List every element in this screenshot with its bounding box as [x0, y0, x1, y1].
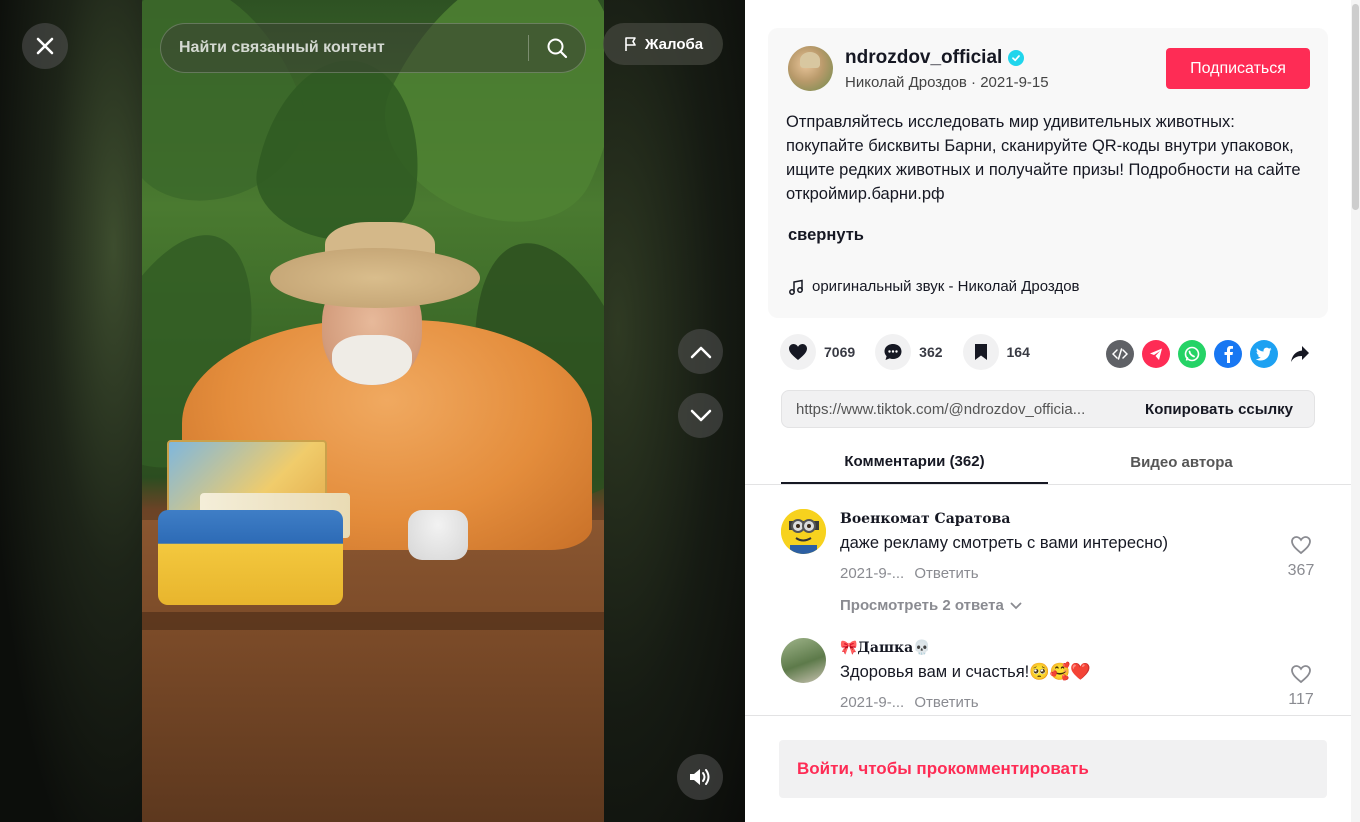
telegram-icon[interactable] — [1142, 340, 1170, 368]
next-video-button[interactable] — [678, 393, 723, 438]
related-search-box — [160, 23, 586, 73]
heart-icon — [780, 334, 816, 370]
comment-button[interactable]: 362 — [875, 334, 943, 370]
view-replies-label: Просмотреть 2 ответа — [840, 597, 1004, 614]
video-backdrop-right — [604, 0, 745, 822]
chevron-down-icon — [1010, 602, 1022, 609]
video-panel: Жалоба — [0, 0, 745, 822]
comment-like-count: 117 — [1288, 691, 1314, 708]
comment-like-button[interactable]: 367 — [1281, 535, 1321, 580]
search-button[interactable] — [529, 24, 585, 72]
related-search-input[interactable] — [161, 24, 528, 72]
login-to-comment-button[interactable]: Войти, чтобы прокомментировать — [779, 740, 1327, 798]
heart-outline-icon — [1291, 665, 1311, 684]
comments-tabs: Комментарии (362) Видео автора — [781, 440, 1315, 484]
like-button[interactable]: 7069 — [780, 334, 855, 370]
comment-text: Здоровья вам и счастья!🥺🥰❤️ — [840, 663, 1091, 681]
reply-button[interactable]: Ответить — [914, 694, 978, 711]
share-arrow-icon[interactable] — [1286, 340, 1314, 368]
save-button[interactable]: 164 — [962, 334, 1030, 370]
author-avatar[interactable] — [788, 46, 833, 91]
comment-item: 🎀Дашка💀 Здоровья вам и счастья!🥺🥰❤️ 2021… — [781, 638, 1321, 715]
comment-author[interactable]: Военкомат Саратова — [840, 511, 1010, 527]
chevron-down-icon — [690, 409, 711, 421]
music-title: оригинальный звук - Николай Дроздов — [812, 278, 1080, 295]
comment-meta: 2021-9-... Ответить — [840, 694, 979, 711]
twitter-icon[interactable] — [1250, 340, 1278, 368]
volume-button[interactable] — [677, 754, 723, 800]
video-description: Отправляйтесь исследовать мир удивительн… — [786, 113, 1301, 203]
like-count: 7069 — [824, 344, 856, 360]
close-icon — [36, 37, 54, 55]
bookmark-icon — [962, 334, 999, 370]
whatsapp-icon[interactable] — [1178, 340, 1206, 368]
table-edge — [142, 612, 604, 630]
comment-text: даже рекламу смотреть с вами интересно) — [840, 534, 1169, 552]
author-username[interactable]: ndrozdov_official — [845, 47, 1002, 69]
copy-link-box: https://www.tiktok.com/@ndrozdov_officia… — [781, 390, 1315, 428]
save-count: 164 — [1006, 344, 1030, 360]
close-button[interactable] — [22, 23, 68, 69]
comment-icon — [875, 334, 912, 370]
hat-brim — [270, 248, 480, 308]
comments-bottom-divider — [745, 715, 1360, 716]
previous-video-button[interactable] — [678, 329, 723, 374]
tab-comments[interactable]: Комментарии (362) — [781, 440, 1048, 484]
comment-author[interactable]: 🎀Дашка💀 — [840, 640, 931, 656]
device-object — [408, 510, 468, 560]
video-backdrop-left — [0, 0, 142, 822]
engagement-bar: 7069 362 164 — [780, 334, 1050, 370]
facebook-icon[interactable] — [1214, 340, 1242, 368]
video-link-text[interactable]: https://www.tiktok.com/@ndrozdov_officia… — [782, 401, 1124, 418]
heart-outline-icon — [1291, 536, 1311, 555]
comment-avatar[interactable] — [781, 638, 826, 683]
details-panel: ndrozdov_official Николай Дроздов · 2021… — [745, 0, 1360, 822]
person-beard — [332, 335, 412, 385]
music-link[interactable]: оригинальный звук - Николай Дроздов — [788, 278, 1080, 295]
collapse-description-button[interactable]: свернуть — [788, 226, 864, 245]
chevron-up-icon — [690, 346, 711, 358]
report-button[interactable]: Жалоба — [603, 23, 723, 65]
tab-author-videos[interactable]: Видео автора — [1048, 440, 1315, 484]
comment-like-button[interactable]: 117 — [1281, 664, 1321, 709]
music-note-icon — [789, 279, 803, 295]
scrollbar-thumb[interactable] — [1352, 4, 1359, 210]
report-label: Жалоба — [644, 35, 704, 53]
search-icon — [547, 38, 568, 59]
video-info-card: ndrozdov_official Николай Дроздов · 2021… — [768, 28, 1328, 318]
comment-date: 2021-9-... — [840, 694, 905, 711]
author-name-row: ndrozdov_official — [845, 47, 1025, 69]
comment-date: 2021-9-... — [840, 565, 905, 582]
comment-meta: 2021-9-... Ответить — [840, 565, 979, 582]
comment-count: 362 — [919, 344, 943, 360]
embed-icon[interactable] — [1106, 340, 1134, 368]
share-bar — [1106, 340, 1314, 368]
author-subline: Николай Дроздов · 2021-9-15 — [845, 74, 1049, 91]
comments-list: Военкомат Саратова даже рекламу смотреть… — [745, 485, 1360, 715]
comment-like-count: 367 — [1287, 562, 1315, 579]
comment-avatar[interactable] — [781, 509, 826, 554]
verified-badge-icon — [1008, 50, 1025, 66]
follow-button[interactable]: Подписаться — [1166, 48, 1310, 89]
app-root: Жалоба ndrozdov_official Николай Дроздов… — [0, 0, 1360, 822]
video-player[interactable] — [142, 0, 604, 822]
product-bus-box — [158, 510, 343, 605]
copy-link-button[interactable]: Копировать ссылку — [1124, 401, 1314, 418]
volume-icon — [690, 769, 710, 785]
flag-icon — [625, 37, 636, 51]
comment-item: Военкомат Саратова даже рекламу смотреть… — [781, 509, 1321, 619]
reply-button[interactable]: Ответить — [914, 565, 978, 582]
view-replies-button[interactable]: Просмотреть 2 ответа — [840, 597, 1022, 614]
